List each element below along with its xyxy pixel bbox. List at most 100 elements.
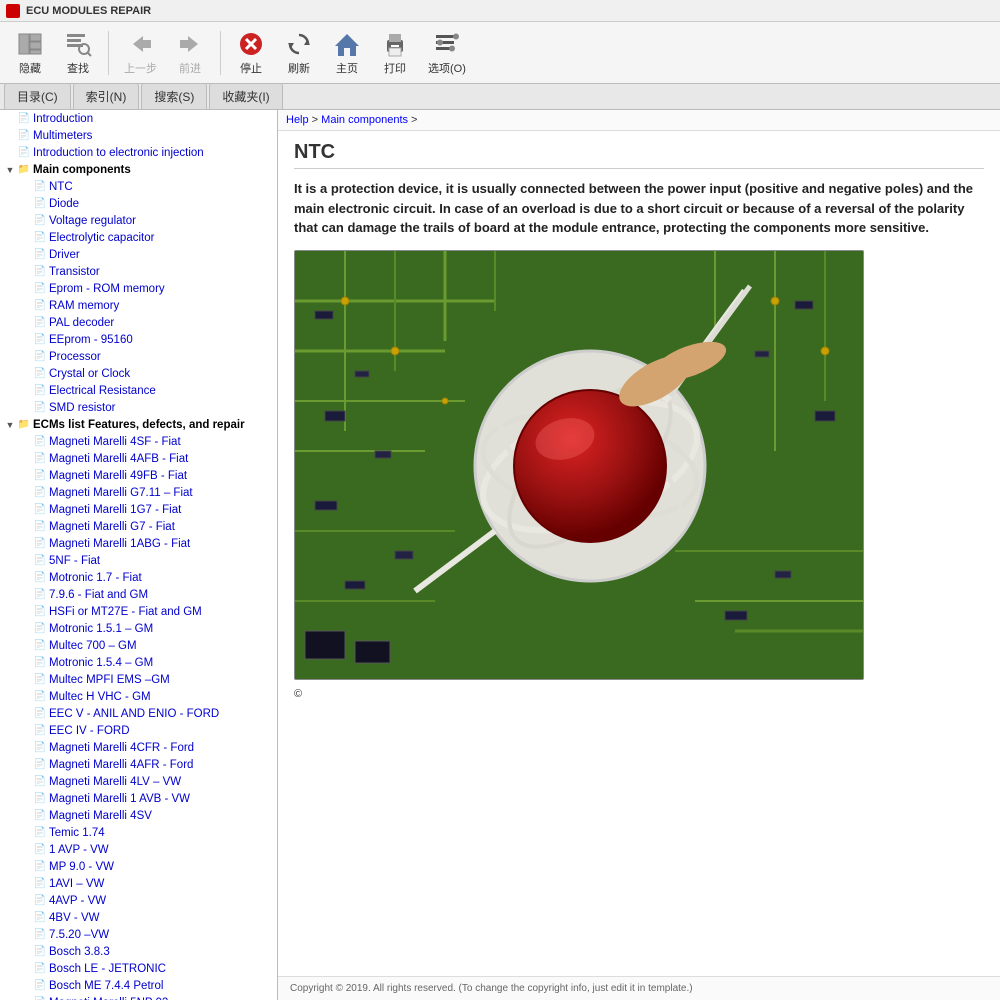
tree-item[interactable]: 📄Multec MPFI EMS –GM xyxy=(0,671,277,688)
expand-spacer xyxy=(4,130,16,142)
tree-item[interactable]: 📄RAM memory xyxy=(0,297,277,314)
tree-item[interactable]: 📄Voltage regulator xyxy=(0,212,277,229)
tree-item-label: Electrolytic capacitor xyxy=(49,232,154,244)
toolbar-find-button[interactable]: 查找 xyxy=(56,26,100,80)
tree-item[interactable]: 📄EEC IV - FORD xyxy=(0,722,277,739)
tree-item[interactable]: 📄7.9.6 - Fiat and GM xyxy=(0,586,277,603)
tree-item[interactable]: 📄Magneti Marelli 4SF - Fiat xyxy=(0,433,277,450)
tree-item[interactable]: 📄Magneti Marelli 4AFR - Ford xyxy=(0,756,277,773)
stop-icon xyxy=(237,30,265,58)
tree-item-label: Multimeters xyxy=(33,130,92,142)
tree-item[interactable]: 📄Magneti Marelli G7 - Fiat xyxy=(0,518,277,535)
tree-item[interactable]: 📄4AVP - VW xyxy=(0,892,277,909)
tree-item[interactable]: 📄Multimeters xyxy=(0,127,277,144)
toolbar-back-button[interactable]: 上一步 xyxy=(117,26,164,80)
expand-spacer xyxy=(20,878,32,890)
toolbar-print-button[interactable]: 打印 xyxy=(373,26,417,80)
refresh-label: 刷新 xyxy=(288,60,310,76)
doc-icon: 📄 xyxy=(33,877,47,891)
toolbar-hide-button[interactable]: 隐藏 xyxy=(8,26,52,80)
tree-item[interactable]: 📄Diode xyxy=(0,195,277,212)
tree-item[interactable]: 📄Multec 700 – GM xyxy=(0,637,277,654)
tree-item[interactable]: 📄Driver xyxy=(0,246,277,263)
tree-item[interactable]: 📄HSFi or MT27E - Fiat and GM xyxy=(0,603,277,620)
tree-item[interactable]: 📄Magneti Marelli G7.11 – Fiat xyxy=(0,484,277,501)
toolbar-forward-button[interactable]: 前进 xyxy=(168,26,212,80)
tree-item[interactable]: 📄Multec H VHC - GM xyxy=(0,688,277,705)
tree-item[interactable]: ▼📁ECMs list Features, defects, and repai… xyxy=(0,416,277,433)
tree-item[interactable]: 📄Bosch 3.8.3 xyxy=(0,943,277,960)
tree-item[interactable]: 📄Magneti Marelli 4LV – VW xyxy=(0,773,277,790)
tab-favorites[interactable]: 收藏夹(I) xyxy=(209,83,282,109)
tree-item-label: ECMs list Features, defects, and repair xyxy=(33,419,245,431)
tree-item[interactable]: 📄Magneti Marelli 1G7 - Fiat xyxy=(0,501,277,518)
content: NTC It is a protection device, it is usu… xyxy=(278,131,1000,976)
tree-item[interactable]: 📄Processor xyxy=(0,348,277,365)
home-label: 主页 xyxy=(336,60,358,76)
tree-item[interactable]: 📄NTC xyxy=(0,178,277,195)
tree-item[interactable]: 📄4BV - VW xyxy=(0,909,277,926)
expand-spacer xyxy=(20,912,32,924)
tree-item[interactable]: 📄5NF - Fiat xyxy=(0,552,277,569)
toolbar-home-button[interactable]: 主页 xyxy=(325,26,369,80)
tree-item[interactable]: 📄Eprom - ROM memory xyxy=(0,280,277,297)
tree-item[interactable]: 📄Bosch ME 7.4.4 Petrol xyxy=(0,977,277,994)
tree-item[interactable]: 📄Electrical Resistance xyxy=(0,382,277,399)
tree-item[interactable]: 📄PAL decoder xyxy=(0,314,277,331)
tab-contents[interactable]: 目录(C) xyxy=(4,83,71,109)
expand-spacer xyxy=(20,657,32,669)
tree-item[interactable]: 📄Temic 1.74 xyxy=(0,824,277,841)
tree-item[interactable]: 📄Transistor xyxy=(0,263,277,280)
print-icon xyxy=(381,30,409,58)
toolbar-options-button[interactable]: 选项(O) xyxy=(421,26,473,80)
tree-item[interactable]: 📄1AVI – VW xyxy=(0,875,277,892)
tree-item[interactable]: 📄Motronic 1.5.4 – GM xyxy=(0,654,277,671)
toolbar-refresh-button[interactable]: 刷新 xyxy=(277,26,321,80)
tree-item[interactable]: 📄Magneti Marelli 1ABG - Fiat xyxy=(0,535,277,552)
tab-index[interactable]: 索引(N) xyxy=(73,83,140,109)
tree-item[interactable]: 📄Electrolytic capacitor xyxy=(0,229,277,246)
tree-item[interactable]: 📄Crystal or Clock xyxy=(0,365,277,382)
tree-item[interactable]: 📄SMD resistor xyxy=(0,399,277,416)
tree-item[interactable]: 📄Introduction to electronic injection xyxy=(0,144,277,161)
tree-item[interactable]: 📄Magneti Marelli 4CFR - Ford xyxy=(0,739,277,756)
doc-icon: 📄 xyxy=(33,673,47,687)
tree-item[interactable]: 📄Magneti Marelli 4AFB - Fiat xyxy=(0,450,277,467)
tree-item[interactable]: 📄7.5.20 –VW xyxy=(0,926,277,943)
back-icon xyxy=(127,30,155,58)
footer: Copyright © 2019. All rights reserved. (… xyxy=(278,976,1000,1000)
expand-spacer xyxy=(20,504,32,516)
tree-item[interactable]: 📄Motronic 1.5.1 – GM xyxy=(0,620,277,637)
tree-item[interactable]: 📄EEC V - ANIL AND ENIO - FORD xyxy=(0,705,277,722)
sidebar[interactable]: 📄Introduction 📄Multimeters 📄Introduction… xyxy=(0,110,278,1000)
tree-item[interactable]: 📄Motronic 1.7 - Fiat xyxy=(0,569,277,586)
tree-item-label: NTC xyxy=(49,181,73,193)
tree-item[interactable]: 📄1 AVP - VW xyxy=(0,841,277,858)
tree-item[interactable]: 📄Bosch LE - JETRONIC xyxy=(0,960,277,977)
tree-item-label: 4BV - VW xyxy=(49,912,99,924)
tree-item[interactable]: 📄Magneti Marelli 4SV xyxy=(0,807,277,824)
expand-spacer xyxy=(20,181,32,193)
doc-icon: 📄 xyxy=(33,809,47,823)
breadcrumb-help[interactable]: Help xyxy=(286,114,309,126)
expand-spacer xyxy=(20,436,32,448)
doc-icon: 📄 xyxy=(33,537,47,551)
tree-item[interactable]: 📄Introduction xyxy=(0,110,277,127)
tree-item-label: Magneti Marelli 4SF - Fiat xyxy=(49,436,181,448)
breadcrumb-main-components[interactable]: Main components xyxy=(321,114,408,126)
doc-icon: 📄 xyxy=(33,452,47,466)
tree-item[interactable]: ▼📁Main components xyxy=(0,161,277,178)
toolbar-stop-button[interactable]: 停止 xyxy=(229,26,273,80)
tree-item[interactable]: 📄EEprom - 95160 xyxy=(0,331,277,348)
home-icon xyxy=(333,30,361,58)
options-icon xyxy=(433,30,461,58)
tab-search[interactable]: 搜索(S) xyxy=(141,83,207,109)
tree-item-label: Magneti Marelli 1ABG - Fiat xyxy=(49,538,190,550)
tree-item[interactable]: 📄Magneti Marelli 1 AVB - VW xyxy=(0,790,277,807)
tree-item[interactable]: 📄Magneti Marelli 5NP 02 xyxy=(0,994,277,1000)
expand-spacer xyxy=(20,232,32,244)
tree-item[interactable]: 📄MP 9.0 - VW xyxy=(0,858,277,875)
tree-item-label: Magneti Marelli 4LV – VW xyxy=(49,776,181,788)
tree-item[interactable]: 📄Magneti Marelli 49FB - Fiat xyxy=(0,467,277,484)
doc-icon: 📄 xyxy=(17,129,31,143)
